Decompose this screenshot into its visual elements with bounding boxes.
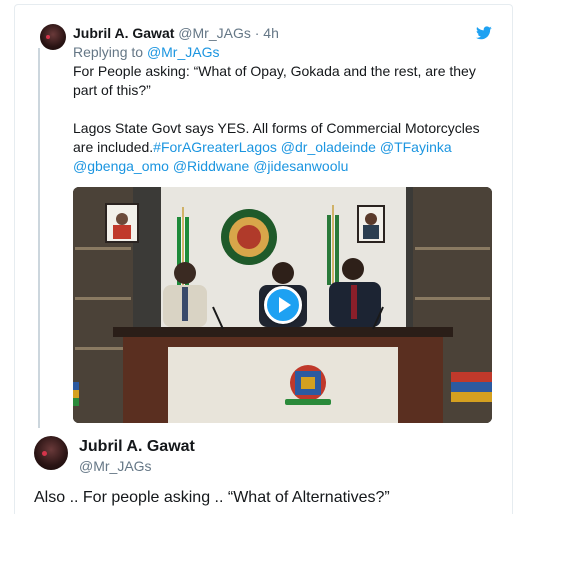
replying-to: Replying to @Mr_JAGs xyxy=(73,43,493,62)
tweet-text: Also .. For people asking .. “What of Al… xyxy=(34,489,390,506)
replying-to-mention[interactable]: @Mr_JAGs xyxy=(147,44,220,60)
separator-dot: · xyxy=(254,25,260,41)
author-handle[interactable]: @Mr_JAGs xyxy=(178,25,251,41)
quoted-tweet: Jubril A. Gawat @Mr_JAGs · 4h Replying t… xyxy=(73,24,493,176)
play-icon[interactable] xyxy=(264,286,302,324)
quoted-tweet-header: Jubril A. Gawat @Mr_JAGs · 4h xyxy=(73,24,493,43)
tweet-timestamp[interactable]: 4h xyxy=(263,25,279,41)
author-name[interactable]: Jubril A. Gawat xyxy=(79,438,195,456)
author-handle[interactable]: @Mr_JAGs xyxy=(79,458,152,474)
hashtag-link[interactable]: #ForAGreaterLagos xyxy=(153,139,277,155)
mention-link[interactable]: @Riddwane xyxy=(173,158,249,174)
video-thumbnail[interactable] xyxy=(73,187,492,423)
quoted-author-avatar[interactable] xyxy=(40,24,66,50)
replying-to-label: Replying to xyxy=(73,44,144,60)
tweet-text: For People asking: “What of Opay, Gokada… xyxy=(73,62,493,176)
tweet-paragraph-1: For People asking: “What of Opay, Gokada… xyxy=(73,63,476,98)
mention-link[interactable]: @gbenga_omo xyxy=(73,158,169,174)
author-avatar[interactable] xyxy=(34,436,68,470)
mention-link[interactable]: @dr_oladeinde xyxy=(281,139,376,155)
author-name[interactable]: Jubril A. Gawat xyxy=(73,25,174,41)
mention-link[interactable]: @TFayinka xyxy=(380,139,452,155)
mention-link[interactable]: @jidesanwoolu xyxy=(253,158,348,174)
thread-line xyxy=(38,48,40,428)
